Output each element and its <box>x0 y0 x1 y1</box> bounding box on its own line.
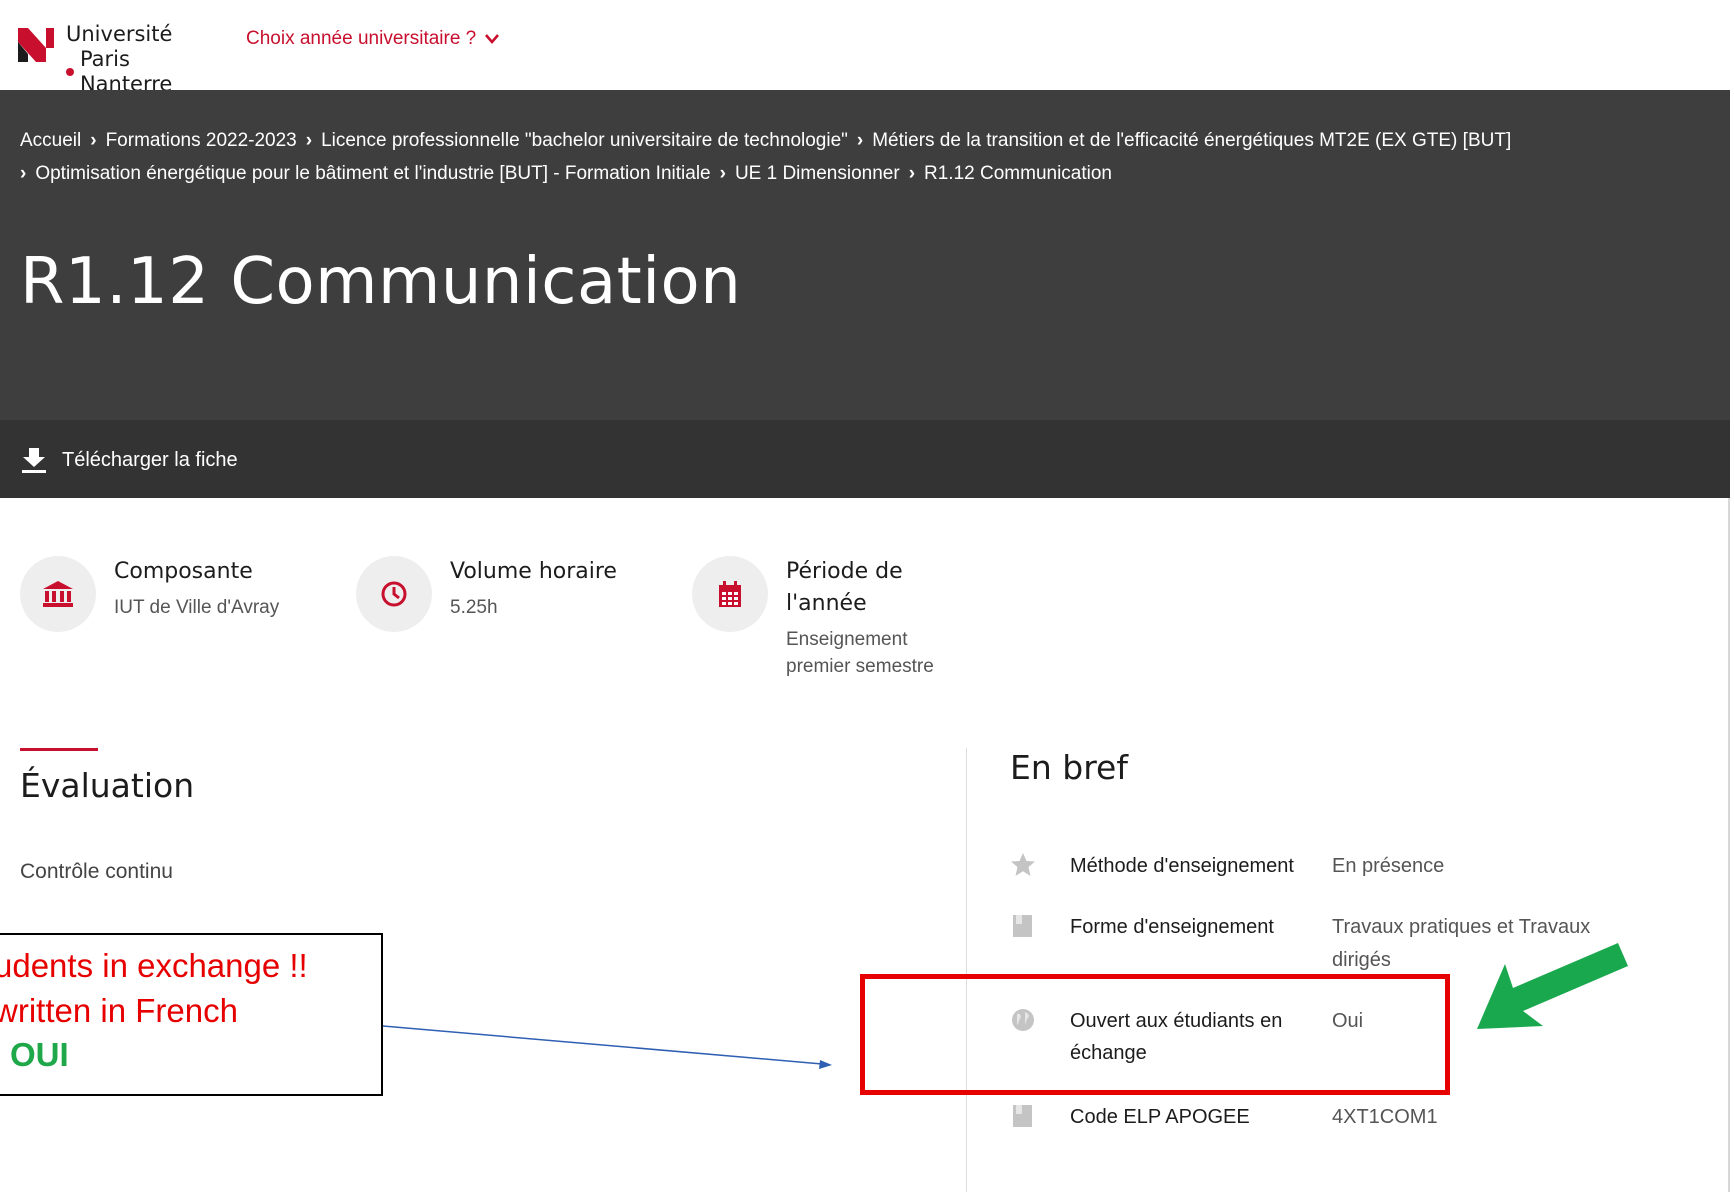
info-volume-horaire: Volume horaire 5.25h <box>356 556 617 632</box>
breadcrumb-separator-icon: › <box>908 163 916 184</box>
book-icon <box>1013 1105 1032 1127</box>
site-header: Université Paris Nanterre Choix année un… <box>0 0 1730 96</box>
download-bar: Télécharger la fiche <box>0 420 1730 498</box>
download-icon <box>22 448 46 473</box>
evaluation-title: Évaluation <box>20 766 195 805</box>
logo-line1: Université <box>66 22 173 46</box>
breadcrumb-separator-icon: › <box>719 163 726 184</box>
breadcrumb-separator-icon: › <box>20 163 27 184</box>
annotation-callout-box: udents in exchange !! written in French … <box>0 933 383 1096</box>
volume-icon-circle <box>356 556 432 632</box>
code-value: 4XT1COM1 <box>1332 1106 1438 1128</box>
periode-label-line2: l'année <box>786 591 867 616</box>
annotation-line1: udents in exchange !! <box>0 947 308 984</box>
breadcrumb-item-licence[interactable]: Licence professionnelle "bachelor univer… <box>321 130 848 151</box>
logo-dot <box>66 68 74 76</box>
building-icon <box>43 581 73 607</box>
star-icon <box>1011 853 1035 876</box>
annotation-line2: written in French <box>0 992 238 1029</box>
year-choice-label: Choix année universitaire ? <box>246 28 477 49</box>
breadcrumb-item-formations[interactable]: Formations 2022-2023 <box>106 130 297 151</box>
periode-value-line2: premier semestre <box>786 656 934 677</box>
breadcrumb-item-ue1[interactable]: UE 1 Dimensionner <box>735 163 900 184</box>
volume-value: 5.25h <box>450 597 498 618</box>
hero-band: Accueil › Formations 2022-2023 › Licence pro… <box>0 90 1730 420</box>
composante-icon-circle <box>20 556 96 632</box>
info-periode: Période de l'année Enseignement premier … <box>692 556 934 680</box>
periode-value-line1: Enseignement <box>786 629 908 650</box>
download-sheet-link[interactable]: Télécharger la fiche <box>20 446 238 474</box>
methode-value: En présence <box>1332 855 1445 877</box>
page-title: R1.12 Communication <box>20 245 742 319</box>
forme-value-line1: Travaux pratiques et Travaux <box>1332 916 1591 938</box>
code-label: Code ELP APOGEE <box>1070 1106 1250 1128</box>
highlight-frame <box>860 974 1450 1095</box>
periode-label-line1: Période de <box>786 559 903 584</box>
composante-value: IUT de Ville d'Avray <box>114 597 280 618</box>
year-choice-dropdown[interactable]: Choix année universitaire ? <box>246 28 500 50</box>
breadcrumb-item-current[interactable]: R1.12 Communication <box>924 163 1112 184</box>
breadcrumb-separator-icon: › <box>856 130 864 151</box>
evaluation-text: Contrôle continu <box>20 860 173 883</box>
composante-label: Composante <box>114 559 253 584</box>
volume-label: Volume horaire <box>450 559 617 584</box>
bref-row-forme: Forme d'enseignement Travaux pratiques e… <box>1010 911 1590 971</box>
periode-icon-circle <box>692 556 768 632</box>
bref-row-code: Code ELP APOGEE 4XT1COM1 <box>1010 1101 1438 1129</box>
breadcrumb: Accueil › Formations 2022-2023 › Licence pro… <box>20 124 1700 190</box>
bref-row-methode: Méthode d'enseignement En présence <box>1010 850 1444 878</box>
download-label: Télécharger la fiche <box>62 448 238 471</box>
info-composante: Composante IUT de Ville d'Avray <box>20 556 279 632</box>
logo-mark-icon <box>18 28 54 62</box>
forme-label: Forme d'enseignement <box>1070 916 1274 938</box>
breadcrumb-item-metiers[interactable]: Métiers de la transition et de l'efficac… <box>872 130 1511 151</box>
university-logo[interactable]: Université Paris Nanterre <box>18 22 228 96</box>
section-divider <box>966 748 967 1192</box>
forme-value-line2: dirigés <box>1332 949 1391 971</box>
en-bref-title: En bref <box>1010 748 1128 787</box>
methode-label: Méthode d'enseignement <box>1070 855 1294 877</box>
evaluation-accent-rule <box>20 748 98 751</box>
breadcrumb-separator-icon: › <box>305 130 313 151</box>
forme-value: Travaux pratiques et Travaux dirigés <box>1332 911 1602 977</box>
chevron-down-icon <box>485 34 500 44</box>
book-icon <box>1013 915 1032 937</box>
calendar-icon <box>719 581 741 607</box>
breadcrumb-item-optimisation[interactable]: Optimisation énergétique pour le bâtimen… <box>35 163 710 184</box>
breadcrumb-item-accueil[interactable]: Accueil <box>20 130 81 151</box>
breadcrumb-separator-icon: › <box>90 130 97 151</box>
clock-icon <box>381 581 407 607</box>
annotation-line3: OUI <box>10 1036 69 1073</box>
